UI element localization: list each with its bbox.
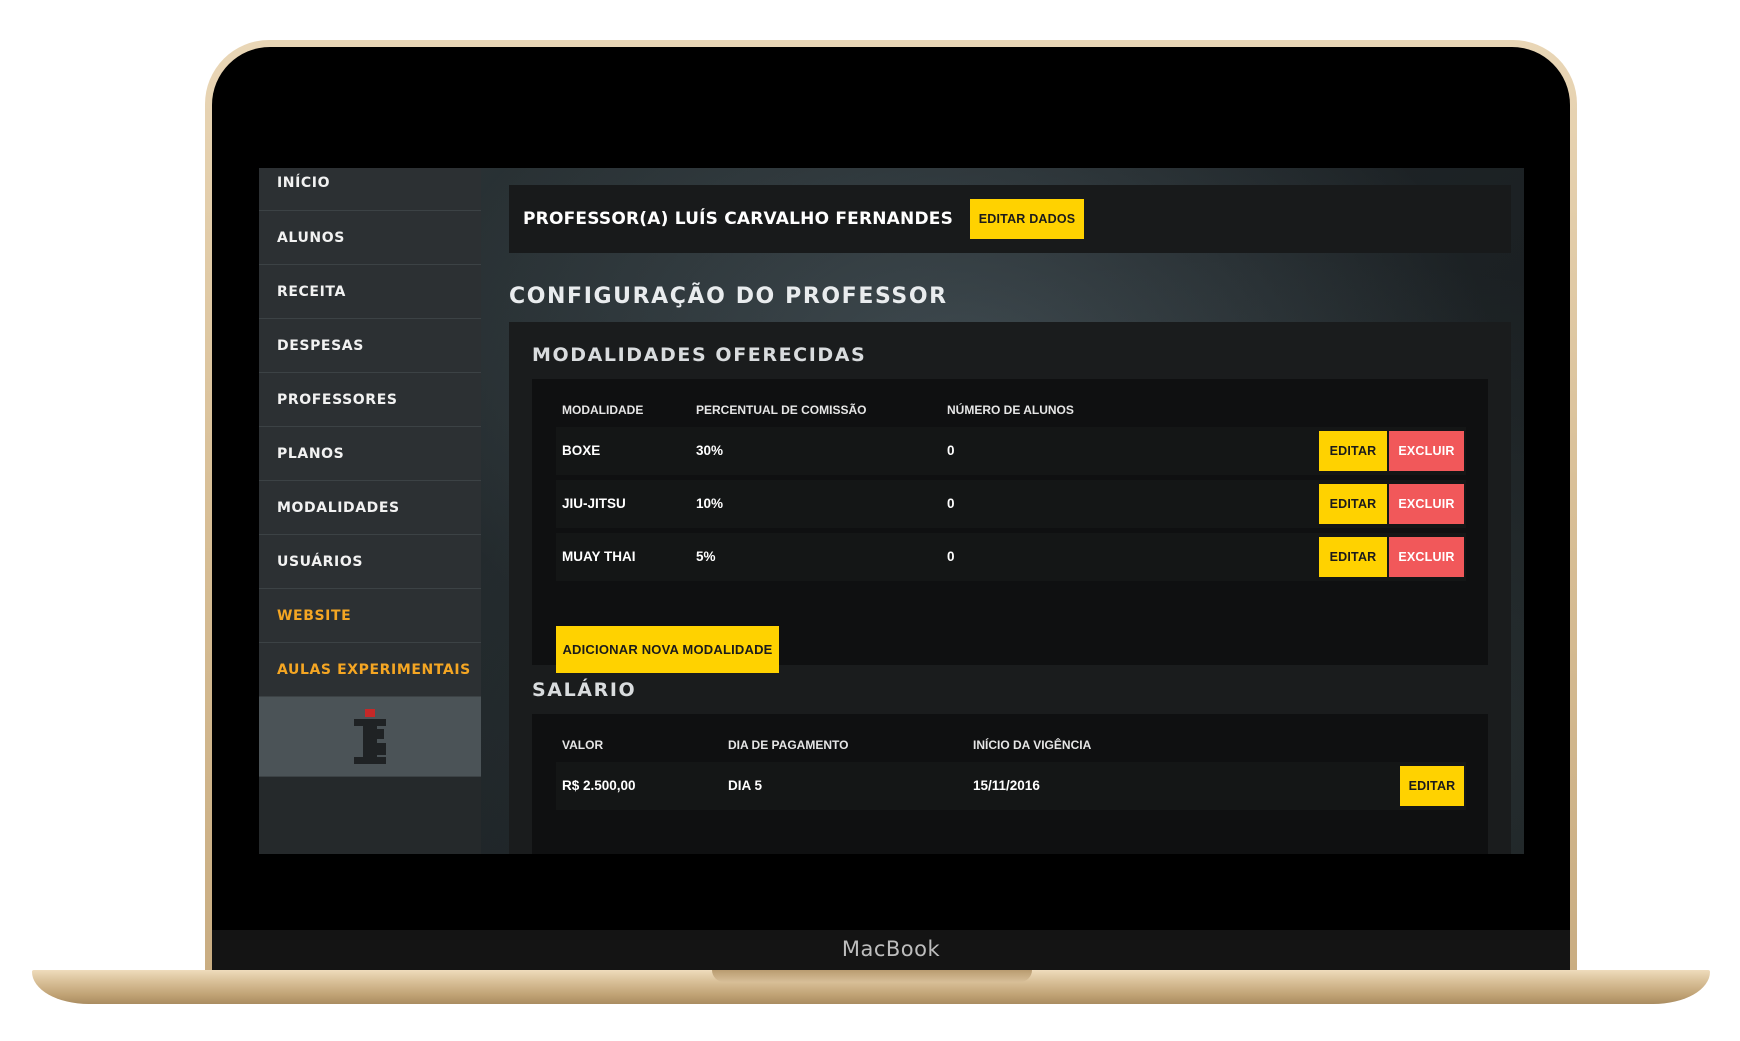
col-header-modalidade: MODALIDADE (562, 403, 644, 417)
laptop-notch (712, 970, 1032, 982)
delete-modality-button[interactable]: EXCLUIR (1389, 537, 1464, 577)
table-row: R$ 2.500,00 DIA 5 15/11/2016 EDITAR (556, 762, 1466, 810)
config-panel: MODALIDADES OFERECIDAS MODALIDADE PERCEN… (509, 322, 1511, 854)
col-header-valor: VALOR (562, 738, 604, 752)
professor-name: PROFESSOR(A) LUÍS CARVALHO FERNANDES (523, 209, 954, 229)
professor-header: PROFESSOR(A) LUÍS CARVALHO FERNANDES EDI… (509, 185, 1511, 253)
sidebar-item-usuarios[interactable]: USUÁRIOS (259, 535, 481, 589)
brand-logo-area (259, 697, 481, 777)
modalities-title: MODALIDADES OFERECIDAS (532, 344, 867, 366)
table-row: JIU-JITSU 10% 0 EDITAR EXCLUIR (556, 480, 1466, 528)
sidebar-item-modalidades[interactable]: MODALIDADES (259, 481, 481, 535)
add-modality-button[interactable]: ADICIONAR NOVA MODALIDADE (556, 626, 779, 673)
modality-commission: 30% (696, 443, 724, 458)
sidebar-item-professores[interactable]: PROFESSORES (259, 373, 481, 427)
modality-name: MUAY THAI (562, 549, 636, 564)
modality-students: 0 (947, 443, 955, 458)
edit-modality-button[interactable]: EDITAR (1319, 484, 1387, 524)
brand-logo-icon (354, 708, 386, 764)
col-header-inicio-vigencia: INÍCIO DA VIGÊNCIA (973, 738, 1092, 752)
sidebar-item-planos[interactable]: PLANOS (259, 427, 481, 481)
edit-data-button[interactable]: EDITAR DADOS (970, 199, 1085, 239)
table-row: MUAY THAI 5% 0 EDITAR EXCLUIR (556, 533, 1466, 581)
modality-commission: 5% (696, 549, 716, 564)
delete-modality-button[interactable]: EXCLUIR (1389, 484, 1464, 524)
sidebar-item-receita[interactable]: RECEITA (259, 265, 481, 319)
modality-students: 0 (947, 496, 955, 511)
salary-payday: DIA 5 (728, 778, 763, 793)
edit-modality-button[interactable]: EDITAR (1319, 431, 1387, 471)
col-header-comissao: PERCENTUAL DE COMISSÃO (696, 403, 867, 417)
table-row: BOXE 30% 0 EDITAR EXCLUIR (556, 427, 1466, 475)
sidebar: INÍCIO ALUNOS RECEITA DESPESAS PROFESSOR… (259, 168, 481, 854)
col-header-dia-pagamento: DIA DE PAGAMENTO (728, 738, 849, 752)
modality-name: JIU-JITSU (562, 496, 626, 511)
sidebar-item-website[interactable]: WEBSITE (259, 589, 481, 643)
sidebar-item-aulas-experimentais[interactable]: AULAS EXPERIMENTAIS (259, 643, 481, 697)
edit-salary-button[interactable]: EDITAR (1400, 766, 1464, 806)
salary-title: SALÁRIO (532, 679, 637, 701)
modality-students: 0 (947, 549, 955, 564)
modality-name: BOXE (562, 443, 601, 458)
modalities-table: MODALIDADE PERCENTUAL DE COMISSÃO NÚMERO… (532, 379, 1488, 673)
sidebar-item-despesas[interactable]: DESPESAS (259, 319, 481, 373)
modality-commission: 10% (696, 496, 724, 511)
col-header-alunos: NÚMERO DE ALUNOS (947, 403, 1074, 417)
sidebar-item-alunos[interactable]: ALUNOS (259, 211, 481, 265)
page-title: CONFIGURAÇÃO DO PROFESSOR (509, 284, 948, 309)
device-brand-label: MacBook (841, 937, 941, 961)
main-content: PROFESSOR(A) LUÍS CARVALHO FERNANDES EDI… (509, 168, 1511, 854)
salary-start-date: 15/11/2016 (973, 778, 1040, 793)
edit-modality-button[interactable]: EDITAR (1319, 537, 1387, 577)
sidebar-item-inicio[interactable]: INÍCIO (259, 168, 481, 211)
delete-modality-button[interactable]: EXCLUIR (1389, 431, 1464, 471)
app-screen: INÍCIO ALUNOS RECEITA DESPESAS PROFESSOR… (259, 168, 1524, 854)
salary-table: VALOR DIA DE PAGAMENTO INÍCIO DA VIGÊNCI… (532, 714, 1488, 854)
salary-value: R$ 2.500,00 (562, 778, 636, 793)
